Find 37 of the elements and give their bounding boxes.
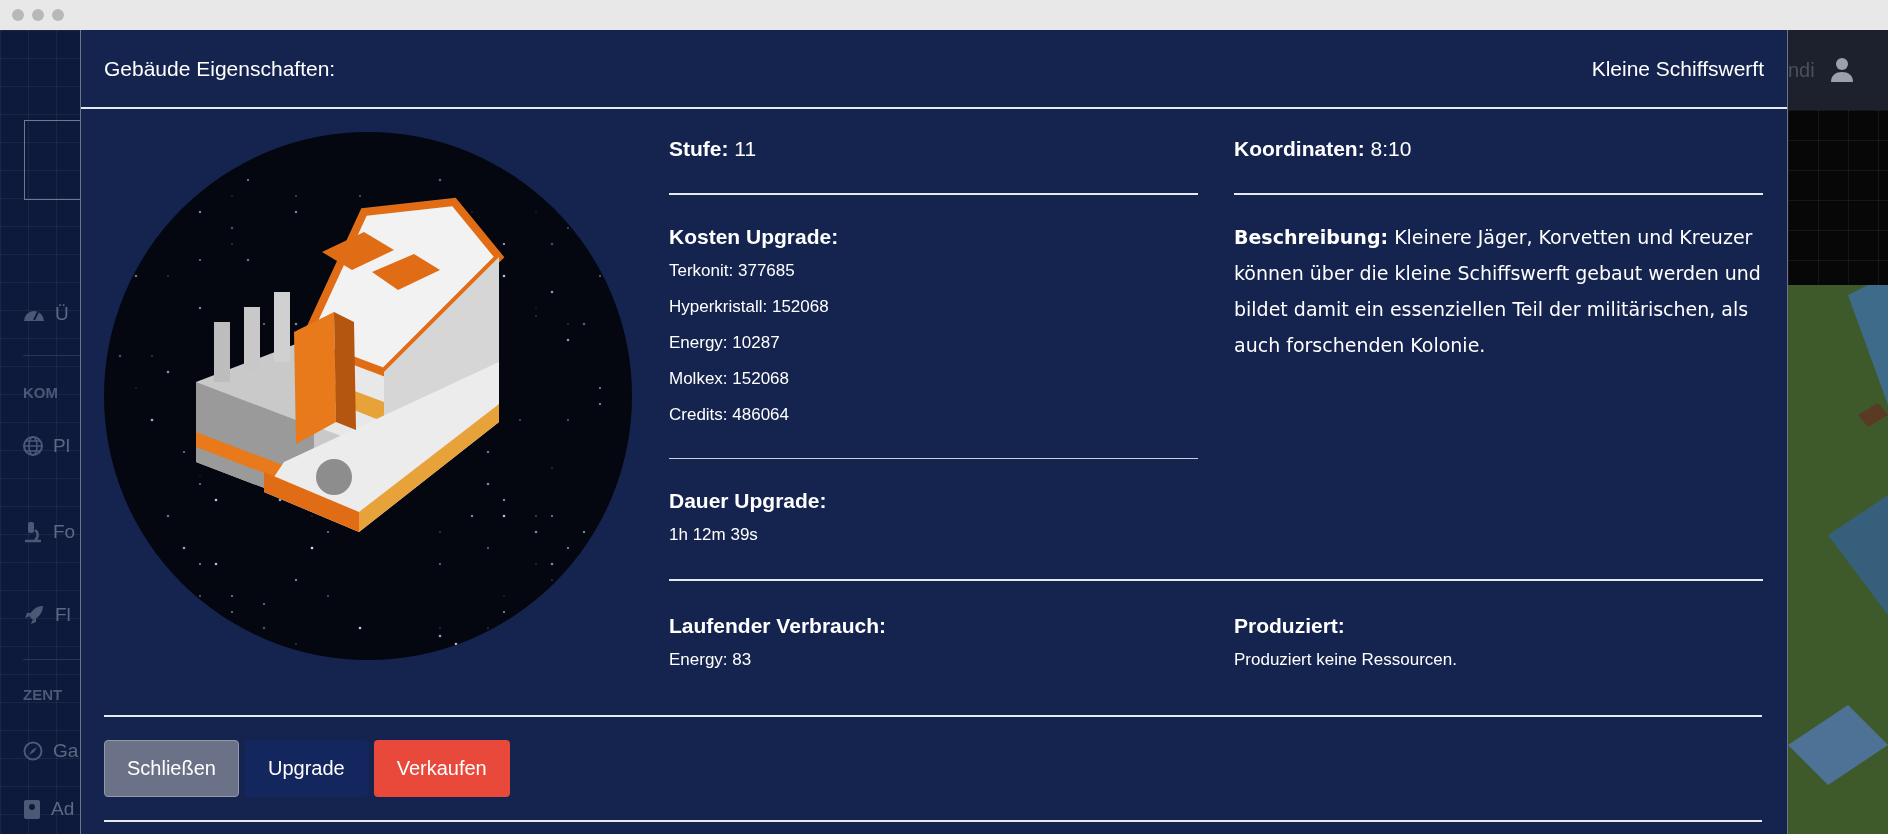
sell-button[interactable]: Verkaufen [373, 740, 510, 797]
globe-icon[interactable] [23, 436, 43, 456]
production-item: Produziert keine Ressourcen. [1234, 649, 1457, 671]
window-dot-icon[interactable] [12, 9, 24, 21]
sidebar-item[interactable]: Fl [55, 604, 71, 626]
consumption-item: Energy: 83 [669, 649, 752, 671]
user-icon[interactable] [1830, 58, 1853, 82]
sidebar-section-title: ZENT [22, 684, 64, 705]
coordinates-text: Koordinaten: 8:10 [1234, 109, 1763, 195]
duration-value: 1h 12m 39s [669, 524, 758, 546]
close-button[interactable]: Schließen [104, 740, 239, 797]
sidebar-item[interactable]: Ga [53, 740, 79, 762]
sidebar-item[interactable]: Ad [51, 798, 75, 820]
building-name: Kleine Schiffswerft [1591, 56, 1764, 81]
sidebar-item[interactable]: Ü [55, 303, 69, 325]
section-heading: Laufender Verbrauch: [669, 613, 888, 639]
sidebar-section-title: KOM [22, 382, 59, 403]
window-dot-icon[interactable] [32, 9, 44, 21]
sidebar-item[interactable]: Pl [53, 435, 70, 457]
section-heading: Produziert: [1234, 613, 1346, 639]
cost-item: Hyperkristall: 152068 [669, 296, 829, 318]
cost-item: Credits: 486064 [669, 404, 790, 426]
cost-item: Molkex: 152068 [669, 368, 790, 390]
description-text: Beschreibung: Kleinere Jäger, Korvetten und Kreuzer können über die kleine Schiffswerft gebaut werden und bildet damit ein essenziellen Teil der militärischen, als auch forschenden Kolonie. [1234, 225, 1762, 358]
cost-item: Terkonit: 377685 [669, 260, 795, 282]
upgrade-button[interactable]: Upgrade [244, 740, 368, 797]
level-text: Stufe: 11 [669, 109, 1198, 195]
cost-item: Energy: 10287 [669, 332, 780, 354]
modal-title: Gebäude Eigenschaften: [104, 56, 336, 81]
address-book-icon[interactable] [23, 799, 41, 819]
section-heading: Dauer Upgrade: [669, 488, 828, 514]
section-heading: Kosten Upgrade: [669, 224, 840, 250]
microscope-icon[interactable] [23, 521, 43, 543]
rocket-icon[interactable] [23, 604, 45, 626]
sidebar-item[interactable]: Fo [53, 521, 76, 543]
compass-icon[interactable] [23, 741, 43, 761]
window-dot-icon[interactable] [52, 9, 64, 21]
